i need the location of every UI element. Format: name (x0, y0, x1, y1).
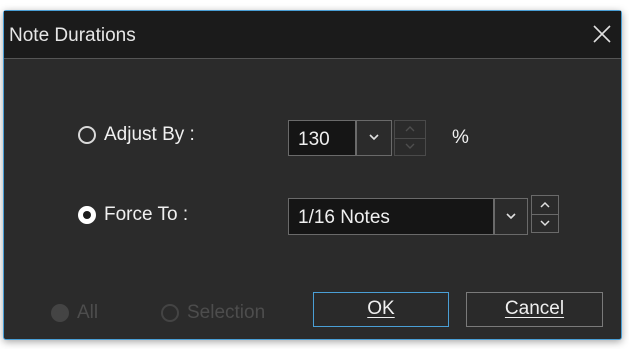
stepper-down-button (395, 138, 425, 155)
chevron-up-icon (540, 201, 550, 208)
chevron-down-icon (506, 213, 516, 220)
adjust-by-stepper (394, 120, 426, 156)
adjust-by-value: 130 (298, 129, 330, 150)
dialog-title: Note Durations (9, 25, 136, 46)
force-to-label: Force To : (104, 204, 189, 225)
force-to-dropdown-button[interactable] (494, 198, 528, 235)
force-to-option[interactable]: Force To : (78, 204, 188, 226)
chevron-down-icon (369, 134, 379, 141)
scope-all-label: All (77, 302, 99, 323)
force-to-radio[interactable] (78, 206, 96, 224)
close-icon (593, 25, 611, 43)
percent-unit: % (452, 127, 469, 148)
adjust-by-radio[interactable] (78, 126, 96, 144)
chevron-down-icon (540, 220, 550, 227)
scope-selection-label: Selection (187, 302, 266, 323)
scope-selection-radio (161, 304, 179, 322)
force-to-select[interactable]: 1/16 Notes (288, 198, 494, 235)
cancel-button[interactable]: Cancel (466, 292, 603, 327)
stepper-down-button[interactable] (532, 214, 558, 232)
chevron-down-icon (405, 143, 415, 149)
stepper-up-button[interactable] (532, 196, 558, 215)
force-to-value: 1/16 Notes (298, 207, 390, 228)
chevron-up-icon (405, 126, 415, 132)
adjust-by-value-field[interactable]: 130 (288, 120, 356, 156)
scope-all-option: All (51, 302, 98, 324)
title-bar: Note Durations (4, 11, 621, 59)
adjust-by-option[interactable]: Adjust By : (78, 124, 195, 146)
note-durations-dialog: Note Durations Adjust By : 130 % Force T… (3, 10, 622, 340)
stepper-up-button (395, 121, 425, 139)
scope-all-radio (51, 304, 69, 322)
scope-selection-option: Selection (161, 302, 265, 324)
adjust-by-dropdown-button[interactable] (356, 120, 392, 156)
close-button[interactable] (589, 21, 615, 47)
ok-button[interactable]: OK (313, 292, 449, 327)
force-to-stepper[interactable] (531, 195, 559, 233)
adjust-by-label: Adjust By : (104, 124, 195, 145)
